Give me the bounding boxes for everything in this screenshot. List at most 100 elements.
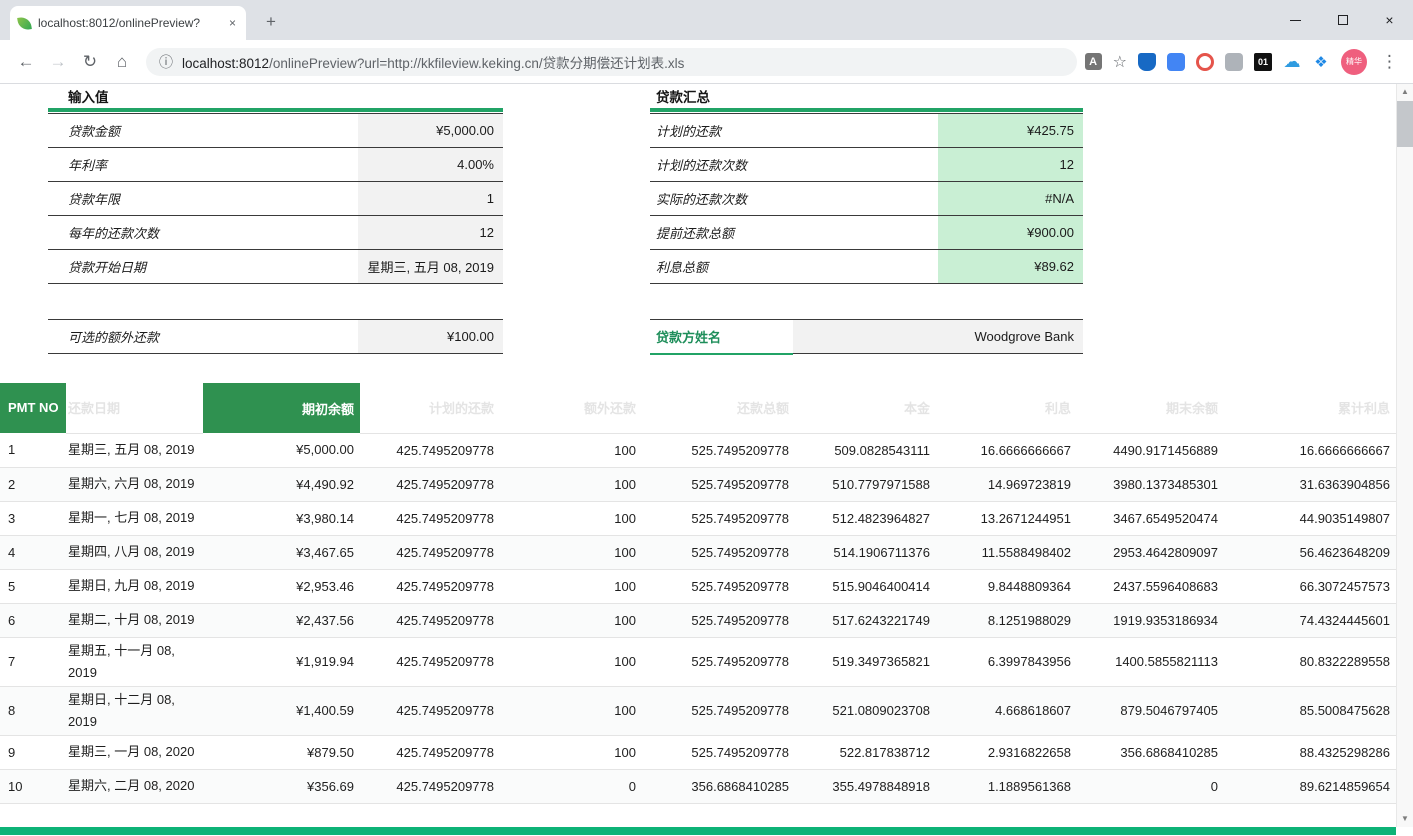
cell-cumulative-interest: 80.8322289558	[1224, 637, 1396, 686]
cell-payment-date: 星期三, 五月 08, 2019	[66, 433, 203, 467]
forward-button[interactable]: →	[44, 48, 72, 76]
row-label: 每年的还款次数	[48, 216, 358, 250]
kv-row: 年利率 4.00%	[48, 148, 503, 182]
cell-payment-date: 星期日, 九月 08, 2019	[66, 569, 203, 603]
cell-interest: 13.2671244951	[936, 501, 1077, 535]
schedule-row: 6 星期二, 十月 08, 2019 ¥2,437.56 425.7495209…	[0, 603, 1396, 637]
browser-window: localhost:8012/onlinePreview? × + × ← → …	[0, 0, 1413, 836]
cell-total-payment: 525.7495209778	[642, 637, 795, 686]
vertical-scrollbar[interactable]: ▲ ▼	[1396, 84, 1413, 827]
minimize-icon	[1290, 20, 1301, 21]
kv-row: 贷款开始日期 星期三, 五月 08, 2019	[48, 250, 503, 284]
cell-pmt-no: 3	[0, 501, 66, 535]
cell-cumulative-interest: 85.5008475628	[1224, 686, 1396, 735]
minimize-button[interactable]	[1272, 0, 1319, 40]
cloud-extension-icon[interactable]: ☁	[1283, 53, 1301, 71]
cell-total-payment: 356.6868410285	[642, 769, 795, 803]
cell-interest: 2.9316822658	[936, 735, 1077, 769]
titlebar: localhost:8012/onlinePreview? × + ×	[0, 0, 1413, 40]
cell-principal: 355.4978848918	[795, 769, 936, 803]
home-button[interactable]: ⌂	[108, 48, 136, 76]
scroll-up-button[interactable]: ▲	[1397, 84, 1413, 100]
ring-extension-icon[interactable]	[1196, 53, 1214, 71]
toolbar-right-icons: A ☆ 01 ☁ ❖ 精华 ⋮	[1085, 49, 1403, 75]
schedule-header-row: PMT NO 还款日期 期初余额 计划的还款 额外还款 还款总额 本金 利息 期…	[0, 383, 1396, 433]
info-icon[interactable]: ⓘ	[159, 52, 173, 72]
browser-tab[interactable]: localhost:8012/onlinePreview? ×	[10, 6, 246, 40]
row-value: ¥100.00	[358, 320, 503, 354]
address-bar[interactable]: ⓘ localhost:8012/onlinePreview?url=http:…	[146, 48, 1077, 76]
cell-principal: 512.4823964827	[795, 501, 936, 535]
cell-payment-date: 星期二, 十月 08, 2019	[66, 603, 203, 637]
schedule-row: 2 星期六, 六月 08, 2019 ¥4,490.92 425.7495209…	[0, 467, 1396, 501]
new-tab-button[interactable]: +	[258, 9, 284, 35]
cell-scheduled-payment: 425.7495209778	[360, 467, 500, 501]
cell-principal: 519.3497365821	[795, 637, 936, 686]
translate-extension-icon[interactable]	[1167, 53, 1185, 71]
window-controls: ×	[1272, 0, 1413, 40]
cell-total-payment: 525.7495209778	[642, 603, 795, 637]
row-value: #N/A	[938, 182, 1083, 216]
cell-interest: 4.668618607	[936, 686, 1077, 735]
scroll-down-button[interactable]: ▼	[1397, 811, 1413, 827]
row-value: 12	[358, 216, 503, 250]
loan-summary-section: 贷款汇总 计划的还款 ¥425.75 计划的还款次数 12 实际的还款次数 #N…	[650, 86, 1083, 355]
scrollbar-thumb[interactable]	[1397, 101, 1413, 147]
bookmark-star-icon[interactable]: ☆	[1113, 52, 1127, 72]
column-header-interest: 利息	[936, 383, 1077, 433]
schedule-row: 5 星期日, 九月 08, 2019 ¥2,953.46 425.7495209…	[0, 569, 1396, 603]
cell-scheduled-payment: 425.7495209778	[360, 603, 500, 637]
badge-extension-icon[interactable]: 01	[1254, 53, 1272, 71]
cell-pmt-no: 2	[0, 467, 66, 501]
cell-ending-balance: 3467.6549520474	[1077, 501, 1224, 535]
cell-principal: 521.0809023708	[795, 686, 936, 735]
cell-extra-payment: 100	[500, 686, 642, 735]
butterfly-extension-icon[interactable]: ❖	[1312, 53, 1330, 71]
translate-icon[interactable]: A	[1085, 53, 1102, 70]
kebab-menu-icon[interactable]: ⋮	[1378, 52, 1401, 72]
schedule-row: 8 星期日, 十二月 08, 2019 ¥1,400.59 425.749520…	[0, 686, 1396, 735]
cell-pmt-no: 1	[0, 433, 66, 467]
cell-interest: 9.8448809364	[936, 569, 1077, 603]
cell-cumulative-interest: 89.6214859654	[1224, 769, 1396, 803]
row-value: 12	[938, 148, 1083, 182]
cell-cumulative-interest: 88.4325298286	[1224, 735, 1396, 769]
cell-extra-payment: 100	[500, 637, 642, 686]
kv-row: 实际的还款次数 #N/A	[650, 182, 1083, 216]
cell-payment-date: 星期六, 二月 08, 2020	[66, 769, 203, 803]
refresh-button[interactable]: ↻	[76, 48, 104, 76]
tab-close-icon[interactable]: ×	[227, 16, 238, 30]
column-header-payment-date: 还款日期	[66, 383, 203, 433]
cell-scheduled-payment: 425.7495209778	[360, 501, 500, 535]
row-label: 贷款金额	[48, 114, 358, 148]
cell-total-payment: 525.7495209778	[642, 535, 795, 569]
lender-value: Woodgrove Bank	[793, 320, 1083, 354]
close-button[interactable]: ×	[1366, 0, 1413, 40]
kv-row: 计划的还款 ¥425.75	[650, 114, 1083, 148]
row-label: 贷款开始日期	[48, 250, 358, 284]
cell-payment-date: 星期四, 八月 08, 2019	[66, 535, 203, 569]
cell-ending-balance: 0	[1077, 769, 1224, 803]
cell-cumulative-interest: 66.3072457573	[1224, 569, 1396, 603]
shield-extension-icon[interactable]	[1138, 53, 1156, 71]
cell-beginning-balance: ¥879.50	[203, 735, 360, 769]
row-label: 提前还款总额	[650, 216, 938, 250]
cell-principal: 522.817838712	[795, 735, 936, 769]
cell-total-payment: 525.7495209778	[642, 433, 795, 467]
cell-cumulative-interest: 56.4623648209	[1224, 535, 1396, 569]
leaf-favicon-icon	[17, 16, 32, 31]
profile-avatar[interactable]: 精华	[1341, 49, 1367, 75]
gray-extension-icon[interactable]	[1225, 53, 1243, 71]
maximize-button[interactable]	[1319, 0, 1366, 40]
row-value: ¥900.00	[938, 216, 1083, 250]
column-header-cumulative-interest: 累计利息	[1224, 383, 1396, 433]
cell-total-payment: 525.7495209778	[642, 569, 795, 603]
back-button[interactable]: ←	[12, 48, 40, 76]
input-values-section: 输入值 贷款金额 ¥5,000.00 年利率 4.00% 贷款年限 1 每年的还…	[48, 86, 503, 354]
row-value: ¥89.62	[938, 250, 1083, 284]
schedule-row: 10 星期六, 二月 08, 2020 ¥356.69 425.74952097…	[0, 769, 1396, 803]
extra-payment-table: 可选的额外还款 ¥100.00	[48, 319, 503, 354]
cell-extra-payment: 100	[500, 735, 642, 769]
cell-principal: 515.9046400414	[795, 569, 936, 603]
cell-extra-payment: 100	[500, 433, 642, 467]
